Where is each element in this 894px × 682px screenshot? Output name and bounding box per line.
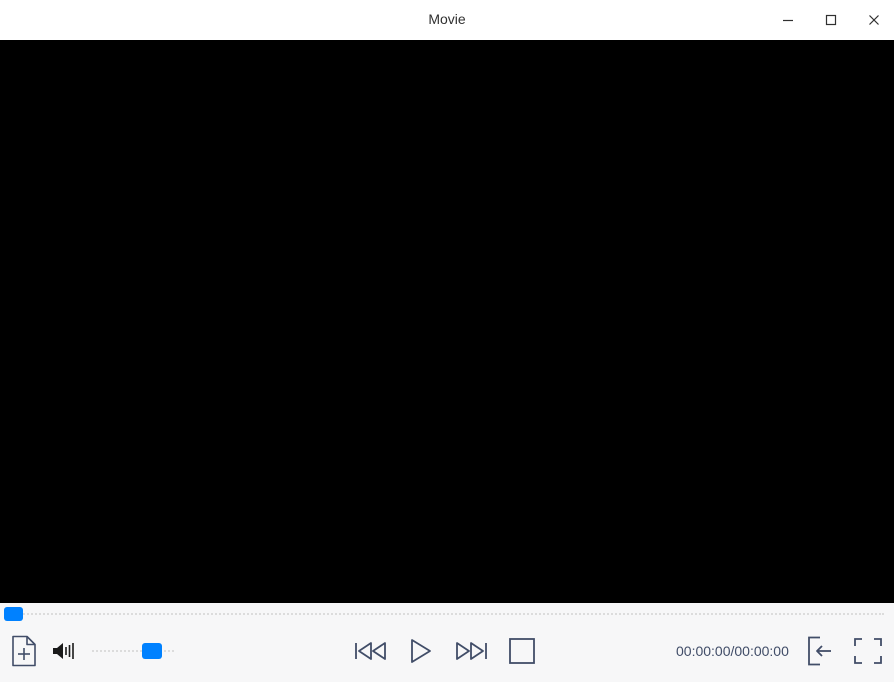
fullscreen-icon bbox=[854, 638, 882, 664]
skip-previous-icon bbox=[355, 642, 386, 660]
progress-handle[interactable] bbox=[4, 607, 23, 621]
video-area[interactable] bbox=[0, 40, 894, 603]
add-file-icon bbox=[12, 635, 36, 667]
play-icon bbox=[411, 639, 431, 663]
progress-bar[interactable] bbox=[4, 607, 884, 621]
media-player-window: Movie 00:00:00/00:00:00 bbox=[0, 0, 894, 682]
stop-icon bbox=[509, 638, 535, 664]
volume-track bbox=[92, 650, 174, 652]
maximize-icon bbox=[825, 14, 837, 26]
volume-slider[interactable] bbox=[92, 643, 174, 659]
progress-track bbox=[4, 613, 884, 615]
volume-icon bbox=[53, 643, 74, 659]
play-button[interactable] bbox=[404, 635, 436, 667]
close-icon bbox=[869, 15, 879, 25]
next-button[interactable] bbox=[452, 637, 490, 665]
close-button[interactable] bbox=[860, 8, 888, 32]
title-bar: Movie bbox=[0, 0, 894, 40]
playlist-button[interactable] bbox=[804, 635, 834, 667]
minimize-button[interactable] bbox=[774, 8, 802, 32]
window-title: Movie bbox=[428, 11, 466, 27]
control-bar: 00:00:00/00:00:00 bbox=[0, 603, 894, 682]
previous-button[interactable] bbox=[352, 637, 390, 665]
volume-handle[interactable] bbox=[141, 643, 162, 659]
playlist-icon bbox=[808, 636, 831, 666]
time-display: 00:00:00/00:00:00 bbox=[676, 643, 789, 659]
skip-next-icon bbox=[456, 642, 487, 660]
fullscreen-button[interactable] bbox=[850, 635, 886, 667]
maximize-button[interactable] bbox=[817, 8, 845, 32]
open-file-button[interactable] bbox=[8, 635, 40, 667]
volume-button[interactable] bbox=[50, 639, 78, 663]
stop-button[interactable] bbox=[506, 637, 538, 665]
minimize-icon bbox=[783, 19, 793, 22]
